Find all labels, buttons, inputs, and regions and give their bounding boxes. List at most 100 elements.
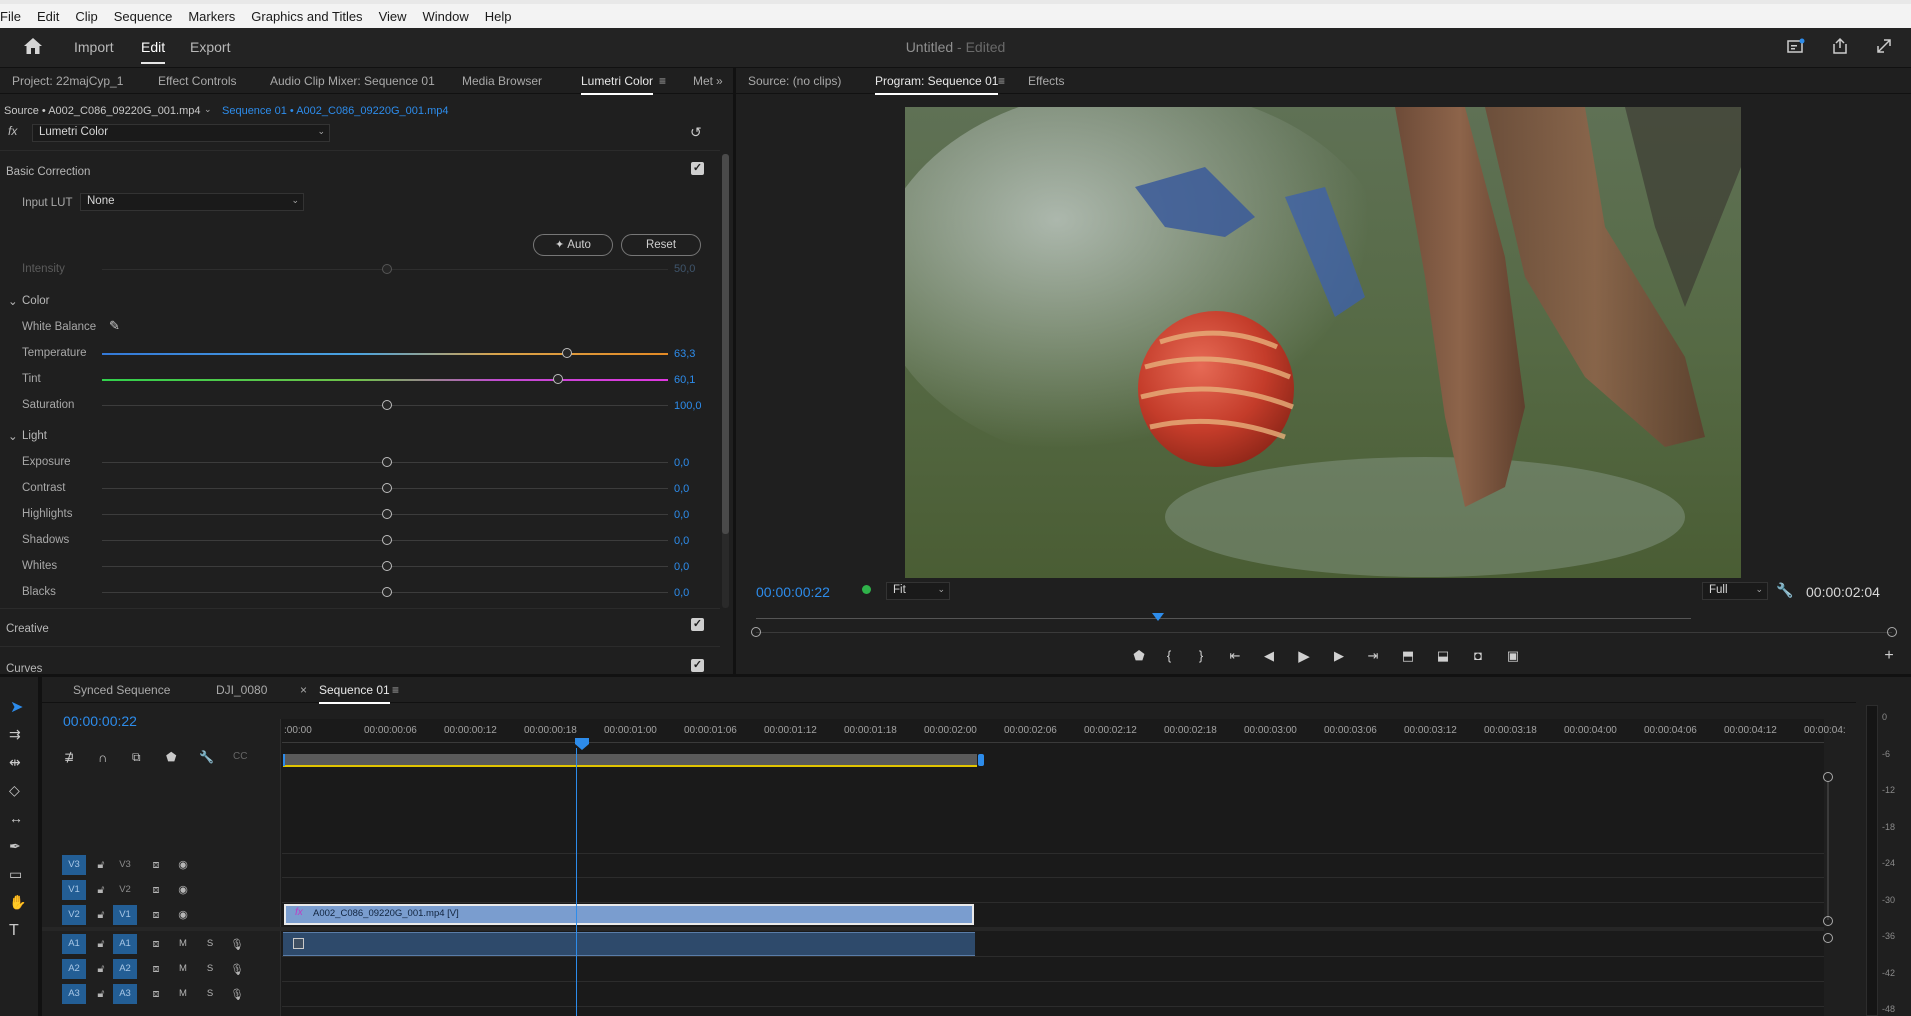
intensity-knob[interactable] bbox=[382, 264, 392, 274]
program-video-frame[interactable] bbox=[905, 107, 1741, 578]
lift-icon[interactable]: ⬒ bbox=[1397, 648, 1419, 664]
light-collapse-icon[interactable]: ⌄ bbox=[8, 429, 18, 443]
linked-selection-icon[interactable]: ⧉ bbox=[132, 751, 141, 763]
eye-icon[interactable]: ◉ bbox=[176, 908, 190, 921]
sync-lock-icon[interactable]: ⧈ bbox=[149, 963, 163, 976]
track-target-v2[interactable]: V2 bbox=[113, 880, 137, 900]
tab-sequence-01[interactable]: Sequence 01 bbox=[319, 683, 390, 704]
mark-out-icon[interactable]: } bbox=[1190, 648, 1212, 663]
blacks-knob[interactable] bbox=[382, 587, 392, 597]
temperature-value[interactable]: 63,3 bbox=[674, 348, 695, 360]
tab-program[interactable]: Program: Sequence 01 bbox=[875, 74, 999, 95]
menu-edit[interactable]: Edit bbox=[29, 9, 67, 24]
menu-help[interactable]: Help bbox=[477, 9, 520, 24]
source-patch-v2[interactable]: V2 bbox=[62, 905, 86, 925]
snap-icon[interactable]: ∩ bbox=[98, 751, 107, 764]
tab-program-menu-icon[interactable]: ≡ bbox=[998, 74, 1005, 88]
exposure-value[interactable]: 0,0 bbox=[674, 457, 689, 469]
tab-audio-clip-mixer[interactable]: Audio Clip Mixer: Sequence 01 bbox=[270, 74, 435, 88]
monitor-playhead[interactable] bbox=[1152, 613, 1165, 621]
eye-icon[interactable]: ◉ bbox=[176, 883, 190, 896]
go-to-out-icon[interactable]: ⇥ bbox=[1362, 648, 1384, 664]
menu-clip[interactable]: Clip bbox=[67, 9, 105, 24]
saturation-value[interactable]: 100,0 bbox=[674, 400, 702, 412]
basic-correction-header[interactable]: Basic Correction bbox=[6, 166, 90, 178]
more-tabs-icon[interactable]: » bbox=[716, 74, 723, 88]
lock-icon[interactable]: 🔓︎ bbox=[94, 859, 108, 872]
go-to-in-icon[interactable]: ⇤ bbox=[1224, 648, 1246, 664]
tab-menu-icon[interactable]: ≡ bbox=[659, 74, 666, 88]
scroll-handle-left[interactable] bbox=[751, 627, 761, 637]
exposure-knob[interactable] bbox=[382, 457, 392, 467]
program-timecode[interactable]: 00:00:00:22 bbox=[756, 584, 830, 600]
mark-in-icon[interactable]: { bbox=[1158, 648, 1180, 663]
pen-tool-icon[interactable]: ✒ bbox=[9, 839, 21, 853]
auto-button[interactable]: ✦ Auto bbox=[533, 234, 613, 256]
input-lut-select[interactable]: None ⌄ bbox=[80, 193, 304, 211]
tab-lumetri-color[interactable]: Lumetri Color bbox=[581, 74, 654, 95]
track-target-a1[interactable]: A1 bbox=[113, 934, 137, 954]
monitor-tick-ruler[interactable] bbox=[756, 611, 1691, 619]
scroll-handle-bottom[interactable] bbox=[1823, 916, 1833, 926]
shadows-knob[interactable] bbox=[382, 535, 392, 545]
source-patch-a2[interactable]: A2 bbox=[62, 959, 86, 979]
lock-icon[interactable]: 🔓︎ bbox=[94, 884, 108, 897]
whites-value[interactable]: 0,0 bbox=[674, 561, 689, 573]
track-target-a3[interactable]: A3 bbox=[113, 984, 137, 1004]
timeline-playhead-handle[interactable] bbox=[575, 738, 589, 750]
lock-icon[interactable]: 🔓︎ bbox=[94, 938, 108, 951]
sync-lock-icon[interactable]: ⧈ bbox=[149, 909, 163, 922]
temperature-knob[interactable] bbox=[562, 348, 572, 358]
effect-select[interactable]: Lumetri Color ⌄ bbox=[32, 124, 330, 142]
button-editor-plus-icon[interactable]: + bbox=[1878, 647, 1900, 665]
menu-window[interactable]: Window bbox=[415, 9, 477, 24]
color-section-header[interactable]: Color bbox=[22, 295, 49, 307]
source-patch-a1[interactable]: A1 bbox=[62, 934, 86, 954]
whites-knob[interactable] bbox=[382, 561, 392, 571]
tab-source[interactable]: Source: (no clips) bbox=[748, 74, 841, 88]
color-collapse-icon[interactable]: ⌄ bbox=[8, 294, 18, 308]
type-tool-icon[interactable]: T bbox=[9, 923, 19, 939]
shadows-value[interactable]: 0,0 bbox=[674, 535, 689, 547]
solo-button[interactable]: S bbox=[203, 963, 217, 974]
track-select-tool-icon[interactable]: ⇉ bbox=[9, 727, 21, 741]
highlights-knob[interactable] bbox=[382, 509, 392, 519]
source-patch-v3[interactable]: V3 bbox=[62, 855, 86, 875]
quick-export-icon[interactable] bbox=[1786, 38, 1806, 56]
wrench-icon[interactable]: 🔧 bbox=[1776, 582, 1793, 599]
mute-button[interactable]: M bbox=[176, 938, 190, 949]
lock-icon[interactable]: 🔓︎ bbox=[94, 988, 108, 1001]
camera-icon[interactable]: ◘ bbox=[1467, 648, 1489, 663]
scroll-handle-top[interactable] bbox=[1823, 772, 1833, 782]
timeline-vertical-scrollbar[interactable] bbox=[1827, 782, 1829, 920]
intensity-value[interactable]: 50,0 bbox=[674, 263, 695, 275]
curves-checkbox[interactable]: ✓ bbox=[691, 659, 704, 672]
reset-button[interactable]: Reset bbox=[621, 234, 701, 256]
sync-lock-icon[interactable]: ⧈ bbox=[149, 988, 163, 1001]
eyedropper-icon[interactable]: ✎ bbox=[109, 318, 120, 334]
hand-tool-icon[interactable]: ✋ bbox=[9, 895, 26, 909]
basic-correction-checkbox[interactable]: ✓ bbox=[691, 162, 704, 175]
play-icon[interactable]: ▶ bbox=[1293, 647, 1315, 665]
add-marker-icon[interactable]: ⬟ bbox=[1128, 648, 1150, 664]
audio-clip[interactable] bbox=[283, 932, 975, 956]
ripple-edit-tool-icon[interactable]: ⇹ bbox=[9, 755, 21, 769]
work-area-end-handle[interactable] bbox=[978, 754, 984, 766]
solo-button[interactable]: S bbox=[203, 938, 217, 949]
mute-button[interactable]: M bbox=[176, 963, 190, 974]
work-area-start-handle[interactable] bbox=[283, 754, 285, 766]
video-clip[interactable]: fx A002_C086_09220G_001.mp4 [V] bbox=[284, 904, 974, 925]
menu-markers[interactable]: Markers bbox=[180, 9, 243, 24]
tint-knob[interactable] bbox=[553, 374, 563, 384]
microphone-icon[interactable]: 🎙︎ bbox=[230, 938, 244, 951]
source-patch-v1[interactable]: V1 bbox=[62, 880, 86, 900]
sequence-clip-label[interactable]: Sequence 01 • A002_C086_09220G_001.mp4 bbox=[222, 105, 448, 117]
tab-synced-sequence[interactable]: Synced Sequence bbox=[73, 683, 170, 697]
resolution-select[interactable]: Full ⌄ bbox=[1702, 582, 1768, 600]
menu-view[interactable]: View bbox=[371, 9, 415, 24]
insert-nest-icon[interactable]: ⋣ bbox=[64, 751, 74, 763]
razor-tool-icon[interactable]: ◇ bbox=[9, 783, 20, 797]
contrast-knob[interactable] bbox=[382, 483, 392, 493]
creative-checkbox[interactable]: ✓ bbox=[691, 618, 704, 631]
tint-slider[interactable] bbox=[102, 379, 668, 381]
